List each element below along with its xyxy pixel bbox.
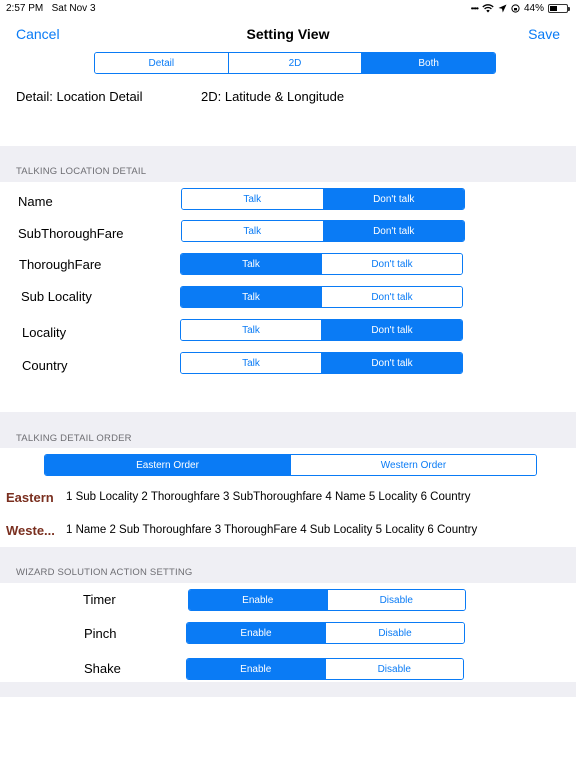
talk-toggle-name: Talk Don't talk [181,188,465,210]
enable-option[interactable]: Enable [189,590,327,610]
battery-fill [550,6,557,11]
segment-eastern-order[interactable]: Eastern Order [45,455,290,475]
row-label-timer: Timer [83,592,116,607]
talk-option[interactable]: Talk [181,320,321,340]
segment-detail[interactable]: Detail [95,53,228,73]
row-label-shake: Shake [84,661,121,676]
segment-both[interactable]: Both [361,53,495,73]
twod-info-text: 2D: Latitude & Longitude [201,89,345,104]
location-arrow-icon [498,4,507,13]
status-time-date: 2:57 PM Sat Nov 3 [6,3,96,14]
talk-option[interactable]: Talk [181,353,321,373]
segment-western-order[interactable]: Western Order [290,455,536,475]
enable-option[interactable]: Enable [187,623,325,643]
talk-option[interactable]: Talk [182,221,323,241]
disable-option[interactable]: Disable [324,659,463,679]
section-band-bottom [0,682,576,697]
disable-option[interactable]: Disable [325,623,464,643]
row-label-sub-locality: Sub Locality [21,289,92,304]
western-label: Weste... [6,523,55,538]
dont-talk-option[interactable]: Don't talk [321,353,462,373]
page-title: Setting View [246,26,330,42]
wifi-icon [482,4,494,13]
talk-option[interactable]: Talk [182,189,323,209]
talk-option[interactable]: Talk [181,287,321,307]
dont-talk-option[interactable]: Don't talk [322,221,464,241]
save-button[interactable]: Save [528,26,560,42]
row-label-subthoroughfare: SubThoroughFare [18,226,124,241]
battery-icon [548,4,570,13]
status-right: •••• 44% [470,3,570,14]
cancel-button[interactable]: Cancel [16,26,60,42]
view-mode-segmented-control: Detail 2D Both [94,52,496,74]
row-label-name: Name [18,194,53,209]
dont-talk-option[interactable]: Don't talk [321,287,462,307]
status-bar: 2:57 PM Sat Nov 3 •••• 44% [0,0,576,18]
row-label-thoroughfare: ThoroughFare [19,257,102,272]
wizard-toggle-timer: Enable Disable [188,589,466,611]
disable-option[interactable]: Disable [326,590,465,610]
talk-toggle-locality: Talk Don't talk [180,319,463,341]
talk-option[interactable]: Talk [181,254,321,274]
order-segmented-control: Eastern Order Western Order [44,454,537,476]
detail-info-text: Detail: Location Detail [16,89,143,104]
section-header-talking-location: TALKING LOCATION DETAIL [16,166,147,177]
dont-talk-option[interactable]: Don't talk [321,254,462,274]
enable-option[interactable]: Enable [187,659,325,679]
segment-2d[interactable]: 2D [227,53,362,73]
status-date: Sat Nov 3 [51,3,96,14]
lock-rotation-icon [511,4,520,13]
wizard-toggle-shake: Enable Disable [186,658,464,680]
eastern-label: Eastern [6,490,54,505]
navigation-bar: Cancel Setting View Save [0,18,576,52]
talk-toggle-country: Talk Don't talk [180,352,463,374]
row-label-country: Country [22,358,68,373]
dont-talk-option[interactable]: Don't talk [321,320,462,340]
row-label-pinch: Pinch [84,626,117,641]
eastern-order-text: 1 Sub Locality 2 Thoroughfare 3 SubThoro… [66,491,471,503]
section-header-talking-order: TALKING DETAIL ORDER [16,433,132,444]
dont-talk-option[interactable]: Don't talk [322,189,464,209]
signal-dots-icon: •••• [470,4,479,13]
western-order-text: 1 Name 2 Sub Thoroughfare 3 ThoroughFare… [66,524,478,536]
talk-toggle-thoroughfare: Talk Don't talk [180,253,463,275]
status-time: 2:57 PM [6,3,44,14]
section-header-wizard: WIZARD SOLUTION ACTION SETTING [16,567,193,578]
row-label-locality: Locality [22,325,67,340]
talk-toggle-sub-locality: Talk Don't talk [180,286,463,308]
battery-percent: 44% [523,3,544,14]
wizard-toggle-pinch: Enable Disable [186,622,465,644]
talk-toggle-subthoroughfare: Talk Don't talk [181,220,465,242]
